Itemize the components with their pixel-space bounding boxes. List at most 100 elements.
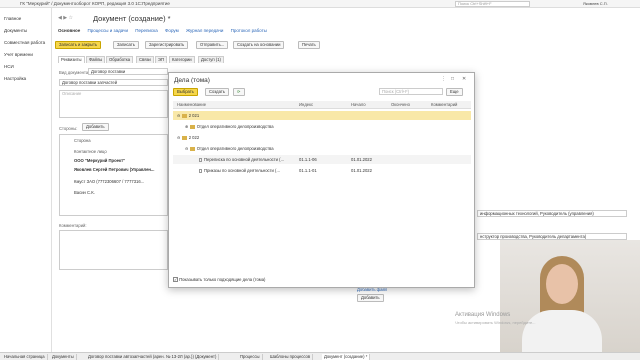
save-close-button[interactable]: Записать и закрыть — [55, 41, 102, 49]
sidebar-item-documents[interactable]: Документы — [4, 28, 27, 33]
col-start[interactable]: Начало — [351, 102, 366, 107]
col-comment[interactable]: Комментарий — [431, 102, 457, 107]
link-protocol[interactable]: Протокол работы — [231, 28, 267, 33]
window-taskbar: Начальная страница Документы Договор пос… — [0, 352, 640, 360]
tab-processing[interactable]: Обработка — [106, 56, 134, 63]
task-processes[interactable]: Процессы — [238, 354, 263, 360]
task-documents[interactable]: Документы — [50, 354, 77, 360]
create-button[interactable]: Создать — [205, 88, 229, 96]
global-search-input[interactable]: Поиск Ctrl+Shift+F — [455, 1, 530, 7]
cases-dialog: Дела (тома) ⋮ □ ✕ Выбрать Создать ⟳ Поис… — [168, 72, 475, 288]
list-item[interactable]: ⊕ Отдел оперативного делопроизводства — [173, 122, 471, 131]
row-name: Приказы по основной деятельности (... — [199, 166, 280, 175]
right-field-1[interactable]: информационных технологий, Руководитель … — [477, 210, 627, 217]
row-index: 01.1.1-06 — [299, 157, 317, 162]
task-contract[interactable]: Договор поставки автозапчастей (арен. № … — [86, 354, 220, 360]
parties-col-side: Сторона — [74, 138, 91, 143]
right-field-2[interactable]: нструктор производства, Руководитель деп… — [477, 233, 627, 240]
subject-field[interactable]: Договор поставки запчастей — [59, 79, 168, 86]
select-button[interactable]: Выбрать — [173, 88, 198, 96]
case-icon — [199, 157, 202, 162]
refresh-icon[interactable]: ⟳ — [233, 88, 245, 96]
form-links: Основное Процессы и задачи Переписка Фор… — [58, 28, 273, 33]
link-main[interactable]: Основное — [58, 28, 80, 33]
activation-watermark: Активация Windows — [455, 312, 511, 318]
row-start: 01.01.2022 — [351, 168, 372, 173]
tab-access[interactable]: Доступ (1) — [198, 56, 224, 63]
grid-header: Наименование Индекс Начало Окончено Комм… — [173, 101, 471, 109]
sidebar-item-collaboration[interactable]: Совместная работа — [4, 40, 45, 45]
folder-icon — [181, 136, 187, 140]
presenter-face — [546, 264, 578, 304]
task-home[interactable]: Начальная страница — [2, 354, 48, 360]
link-journal[interactable]: Журнал передачи — [186, 28, 223, 33]
table-row[interactable]: Кмуст ЗАО (7772306607 / 7777316... — [74, 179, 144, 184]
comment-label: Комментарий: — [59, 223, 87, 228]
row-start: 01.01.2022 — [351, 157, 372, 162]
folder-icon — [181, 114, 187, 118]
activation-watermark-hint: Чтобы активировать Windows, перейдите... — [455, 320, 536, 325]
table-row[interactable]: Васин С.К. — [74, 190, 95, 195]
task-templates[interactable]: Шаблоны процессов — [268, 354, 314, 360]
create-based-button[interactable]: Создать на основании — [233, 41, 285, 49]
sidebar-item-nsi[interactable]: НСИ — [4, 64, 14, 69]
filter-checkbox-row[interactable]: ✓ Показывать только подходящие дела (том… — [173, 277, 265, 283]
list-item[interactable]: ⊖ 2 022 — [173, 133, 471, 142]
app-title: ГК "Меркурий" / Документооборот КОРП, ре… — [20, 1, 170, 6]
description-field[interactable]: Описание — [59, 90, 168, 118]
register-button[interactable]: Зарегистрировать — [145, 41, 189, 49]
send-button[interactable]: Отправить... — [196, 41, 229, 49]
page-title: Документ (создание) * — [93, 14, 171, 23]
folder-icon — [189, 125, 195, 129]
comment-field[interactable] — [59, 230, 168, 270]
sidebar: Главное Документы Совместная работа Учет… — [0, 8, 52, 352]
table-row[interactable]: ООО "Меркурий Проект" — [74, 158, 125, 163]
task-document-new[interactable]: Документ (создание) * — [322, 354, 371, 360]
list-item[interactable]: Приказы по основной деятельности (... 01… — [173, 166, 471, 175]
nav-arrows-icon[interactable]: ◀ ▶ ☆ — [58, 15, 73, 21]
link-correspondence[interactable]: Переписка — [135, 28, 158, 33]
sidebar-item-main[interactable]: Главное — [4, 16, 21, 21]
presenter-body — [522, 310, 602, 352]
tab-categories[interactable]: Категории — [169, 56, 195, 63]
expand-icon[interactable]: ⊖ — [185, 146, 189, 151]
dialog-menu-icon[interactable]: ⋮ — [441, 76, 446, 82]
expand-icon[interactable]: ⊖ — [177, 113, 181, 118]
print-button[interactable]: Печать — [298, 41, 320, 49]
current-user[interactable]: Яковлев С.П. — [583, 1, 608, 6]
add-party-button[interactable]: Добавить — [82, 123, 109, 131]
save-button[interactable]: Записать — [113, 41, 139, 49]
webcam-overlay — [500, 240, 640, 352]
link-processes[interactable]: Процессы и задачи — [87, 28, 127, 33]
checkbox-checked-icon[interactable]: ✓ — [173, 277, 178, 283]
app-titlebar: ГК "Меркурий" / Документооборот КОРП, ре… — [0, 0, 640, 8]
list-item[interactable]: ⊖ 2 021 — [173, 111, 471, 120]
list-item[interactable]: Переписка по основной деятельности (... … — [173, 155, 471, 164]
dialog-maximize-icon[interactable]: □ — [451, 76, 454, 82]
parties-table: Сторона Контактное лицо ООО "Меркурий Пр… — [59, 134, 168, 216]
tab-links[interactable]: Связи — [136, 56, 154, 63]
dialog-search-input[interactable]: Поиск (Ctrl+F) — [379, 88, 443, 95]
expand-icon[interactable]: ⊕ — [185, 124, 189, 129]
link-forum[interactable]: Форум — [165, 28, 179, 33]
tab-files[interactable]: Файлы — [86, 56, 106, 63]
tab-signature[interactable]: ЭП — [155, 56, 168, 63]
folder-icon — [189, 147, 195, 151]
col-index[interactable]: Индекс — [299, 102, 313, 107]
add-file-button[interactable]: Добавить — [357, 294, 384, 302]
case-icon — [199, 168, 202, 173]
row-name: Переписка по основной деятельности (... — [199, 155, 284, 164]
tab-requisites[interactable]: Реквизиты — [58, 56, 85, 63]
col-end[interactable]: Окончено — [391, 102, 410, 107]
row-index: 01.1.1-01 — [299, 168, 317, 173]
table-row[interactable]: Яковлев Сергей Петрович (Управлен... — [74, 167, 154, 172]
dialog-close-icon[interactable]: ✕ — [462, 76, 466, 82]
parties-label: Стороны: — [59, 126, 78, 131]
sidebar-item-settings[interactable]: Настройка — [4, 76, 26, 81]
doc-type-field[interactable]: Договор поставки — [88, 68, 168, 75]
expand-icon[interactable]: ⊖ — [177, 135, 181, 140]
col-name[interactable]: Наименование — [177, 102, 206, 107]
more-button[interactable]: Еще — [446, 88, 463, 96]
sidebar-item-time[interactable]: Учет времени — [4, 52, 33, 57]
list-item[interactable]: ⊖ Отдел оперативного делопроизводства — [173, 144, 471, 153]
